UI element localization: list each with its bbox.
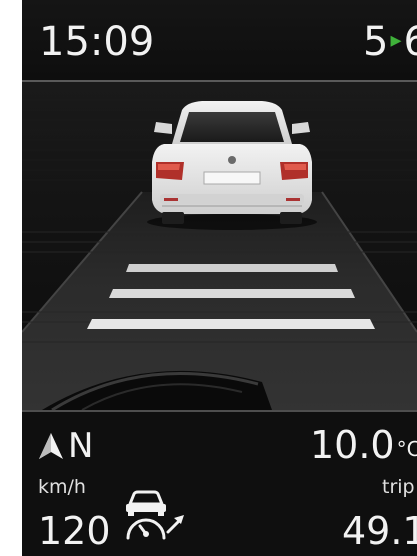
screen: 15:09 5▸6 N 10.0 °C km/h trip 120 49.1: [0, 0, 417, 556]
temperature-unit: °C: [396, 437, 417, 461]
acc-distance-scene: [22, 82, 417, 410]
outside-temperature: 10.0 °C: [310, 426, 417, 464]
temperature-value: 10.0: [310, 423, 395, 467]
current-gear: 5: [363, 19, 389, 65]
gear-up-arrow-icon: ▸: [390, 28, 402, 53]
trip-value: 49.1: [342, 509, 417, 553]
compass-heading: N: [68, 426, 94, 466]
distance-bar-2: [109, 289, 355, 298]
set-speed-value: 120: [38, 509, 111, 553]
trip-label: trip: [382, 476, 415, 498]
distance-bar-1: [126, 264, 338, 272]
road-scene-graphic: [22, 82, 417, 410]
instrument-display: 15:09 5▸6 N 10.0 °C km/h trip 120 49.1: [22, 0, 417, 556]
gear-recommendation: 5▸6: [363, 22, 417, 62]
info-panel: N 10.0 °C km/h trip 120 49.1: [22, 410, 417, 556]
speed-unit-label: km/h: [38, 476, 86, 498]
adaptive-cruise-control-icon: [126, 490, 184, 540]
status-bar: 15:09 5▸6: [22, 0, 417, 82]
recommended-gear: 6: [403, 19, 417, 65]
distance-bar-3: [87, 319, 375, 329]
navigation-arrow-icon: [39, 433, 63, 459]
compass: N: [38, 428, 93, 464]
clock: 15:09: [39, 19, 155, 65]
